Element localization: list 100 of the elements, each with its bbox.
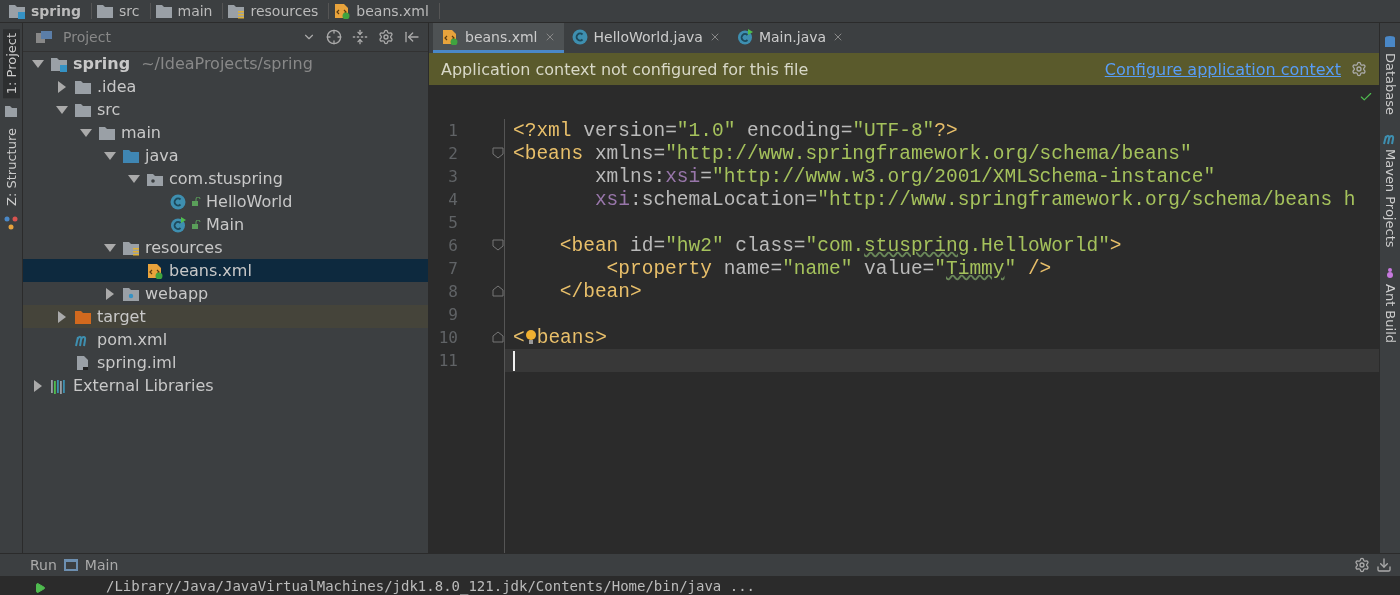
code-token: > bbox=[1109, 234, 1122, 257]
folder-icon bbox=[154, 3, 173, 19]
folder-icon bbox=[74, 101, 92, 118]
breadcrumb[interactable]: resources bbox=[227, 3, 330, 19]
tree-item[interactable]: Main bbox=[23, 213, 428, 236]
code-token: <property bbox=[605, 257, 713, 280]
hide-icon[interactable] bbox=[404, 29, 420, 45]
module-folder-icon bbox=[8, 3, 26, 19]
line-number: 2 bbox=[429, 142, 504, 165]
run-title[interactable]: Run bbox=[30, 557, 57, 573]
tree-item-label: spring bbox=[73, 54, 131, 73]
structure-icon bbox=[4, 216, 18, 231]
fold-icon[interactable] bbox=[492, 147, 504, 159]
fold-icon[interactable] bbox=[492, 331, 504, 343]
runnable-class-icon bbox=[170, 216, 186, 233]
tree-item[interactable]: HelloWorld bbox=[23, 190, 428, 213]
tree-item-label: java bbox=[145, 146, 179, 165]
settings-icon[interactable] bbox=[1354, 557, 1370, 573]
settings-icon[interactable] bbox=[378, 29, 394, 45]
tree-item[interactable]: src bbox=[23, 98, 428, 121]
folder-icon bbox=[122, 147, 140, 164]
code-token: encoding= bbox=[746, 119, 853, 142]
panel-title: Project bbox=[63, 29, 112, 45]
line-number: 6 bbox=[429, 234, 504, 257]
tree-item-label: HelloWorld bbox=[206, 192, 293, 211]
collapse-icon[interactable] bbox=[352, 29, 368, 45]
fold-icon[interactable] bbox=[492, 285, 504, 297]
run-icon[interactable] bbox=[34, 582, 46, 594]
code-token: "UTF-8" bbox=[852, 119, 935, 142]
tree-item[interactable]: pom.xml bbox=[23, 328, 428, 351]
tool-window-tab[interactable]: Database bbox=[1381, 31, 1399, 120]
tree-item-label: main bbox=[121, 123, 161, 142]
tool-window-tab[interactable]: Maven Projects bbox=[1381, 129, 1399, 252]
code-token: </bean> bbox=[558, 280, 642, 303]
misspelled-word: Timmy bbox=[946, 257, 1005, 280]
folder-icon bbox=[4, 104, 18, 119]
project-path: ~/IdeaProjects/spring bbox=[141, 54, 313, 73]
xml-file-icon bbox=[333, 3, 352, 19]
editor-tab[interactable]: Main.java bbox=[728, 23, 853, 53]
line-number: 4 bbox=[447, 189, 459, 211]
breadcrumb[interactable]: main bbox=[154, 3, 224, 19]
tree-item-label: beans.xml bbox=[169, 261, 252, 280]
folder-icon bbox=[98, 124, 116, 141]
breadcrumb[interactable]: spring bbox=[8, 3, 93, 19]
tree-item-label: External Libraries bbox=[73, 376, 214, 395]
project-icon bbox=[35, 30, 53, 44]
code-token: "http://www.springframework.org/schema/beans" bbox=[665, 142, 1192, 165]
breadcrumb[interactable]: src bbox=[96, 3, 151, 19]
code-token: beans> bbox=[536, 326, 607, 349]
tree-item[interactable]: java bbox=[23, 144, 428, 167]
tree-item[interactable]: beans.xml bbox=[23, 259, 428, 282]
code-token: version= bbox=[583, 119, 677, 142]
tab-label: Main.java bbox=[758, 28, 827, 45]
tree-item[interactable]: resources bbox=[23, 236, 428, 259]
tree-item[interactable]: main bbox=[23, 121, 428, 144]
editor-tab[interactable]: beans.xml bbox=[433, 23, 564, 53]
line-number: 3 bbox=[447, 166, 459, 188]
fold-icon[interactable] bbox=[492, 239, 504, 251]
tree-item[interactable]: .idea bbox=[23, 75, 428, 98]
code-token: " bbox=[934, 257, 946, 280]
locate-icon[interactable] bbox=[326, 29, 342, 45]
tree-item[interactable]: webapp bbox=[23, 282, 428, 305]
notification-message: Application context not configured for this file bbox=[441, 59, 810, 79]
tree-item-label: Main bbox=[206, 215, 245, 234]
console-output: /Library/Java/JavaVirtualMachines/jdk1.8.0_121.jdk/Contents/Home/bin/java ... bbox=[106, 577, 755, 594]
maven-icon bbox=[1383, 133, 1397, 146]
line-number: 1 bbox=[447, 120, 459, 142]
code-token: <beans bbox=[513, 142, 585, 165]
code-token: "com. bbox=[805, 234, 865, 257]
tab-label: beans.xml bbox=[465, 28, 538, 45]
check-icon bbox=[1359, 90, 1373, 104]
code-token: xsi bbox=[665, 165, 701, 188]
run-config[interactable]: Main bbox=[84, 557, 1348, 573]
tree-item-label: src bbox=[97, 100, 121, 119]
lightbulb-icon[interactable] bbox=[524, 328, 537, 347]
tree-item-label: .idea bbox=[97, 77, 137, 96]
breadcrumb[interactable]: beans.xml bbox=[333, 3, 440, 19]
tool-window-tab[interactable]: 1: Project bbox=[2, 29, 20, 99]
tree-item[interactable]: spring ~/IdeaProjects/spring bbox=[23, 52, 428, 75]
runnable-class-icon bbox=[736, 28, 753, 45]
tool-window-tab[interactable]: Z: Structure bbox=[2, 124, 20, 211]
tree-item[interactable]: spring.iml bbox=[23, 351, 428, 374]
code-token: /> bbox=[1026, 257, 1052, 280]
settings-icon[interactable] bbox=[1351, 61, 1367, 77]
code-token: class= bbox=[734, 234, 806, 257]
module-folder-icon bbox=[50, 55, 68, 72]
tree-item[interactable]: target bbox=[23, 305, 428, 328]
editor-tab[interactable]: HelloWorld.java bbox=[563, 23, 729, 53]
database-icon bbox=[1384, 35, 1396, 49]
code-token: < bbox=[513, 326, 525, 349]
xml-file-icon bbox=[441, 28, 459, 45]
tree-item-label: pom.xml bbox=[97, 330, 168, 349]
class-icon bbox=[170, 193, 186, 210]
tree-item[interactable]: com.stuspring bbox=[23, 167, 428, 190]
download-icon[interactable] bbox=[1376, 557, 1392, 573]
tree-item[interactable]: External Libraries bbox=[23, 374, 428, 397]
tool-window-tab[interactable]: Ant Build bbox=[1381, 261, 1399, 347]
code-token: "http://www.w3.org/2001/XMLSchema-instance" bbox=[711, 165, 1216, 188]
code-token: :schemaLocation= bbox=[630, 188, 818, 211]
library-icon bbox=[50, 377, 68, 394]
